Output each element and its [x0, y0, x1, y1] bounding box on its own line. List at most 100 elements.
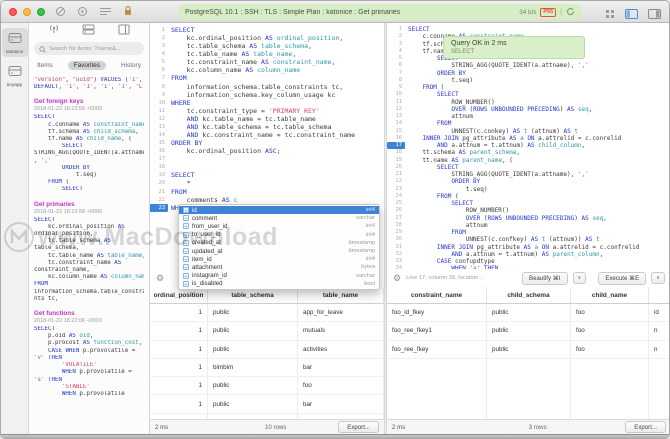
code-line[interactable]: 20 SELECT [387, 164, 670, 171]
table-cell[interactable]: foo_id_fkey [387, 304, 487, 321]
export-button[interactable]: Export... [338, 421, 379, 433]
table-cell[interactable]: public [208, 322, 298, 339]
table-row[interactable]: 1bimbimbar [150, 359, 384, 377]
tab-items[interactable]: Items [31, 61, 59, 70]
refresh-icon[interactable] [566, 3, 575, 21]
code-line[interactable]: 23 t.seq) [387, 186, 670, 193]
table-cell[interactable]: 1 [150, 359, 208, 376]
snippet-title[interactable]: Get foreign keys [34, 98, 144, 105]
table-cell[interactable]: foo [298, 377, 384, 394]
zoom-button[interactable] [37, 8, 45, 16]
code-line[interactable]: 12 AND kc.table_name = tc.table_name [150, 115, 384, 123]
code-line[interactable]: 10 SELECT [387, 91, 670, 98]
table-cell[interactable]: 1 [150, 377, 208, 394]
table-cell[interactable]: app_for_leave [298, 304, 384, 321]
queries-list-icon[interactable] [99, 6, 112, 17]
beautify-chevron-icon[interactable]: ∨ [573, 272, 587, 284]
snippet-title[interactable]: Get primaries [34, 201, 144, 208]
table-row[interactable]: foo_ree_fkeypublicfoon [387, 341, 670, 359]
connection-circle-icon[interactable] [55, 6, 66, 17]
toggle-left-panel-icon[interactable] [625, 6, 638, 24]
rail-connection-katonice[interactable]: katonice [2, 28, 28, 57]
table-row[interactable]: 1publicapp_for_leave [150, 304, 384, 322]
code-line[interactable]: 3 tc.table_schema AS table_schema, [150, 42, 384, 50]
code-line[interactable]: 1SELECT [150, 26, 384, 34]
code-line[interactable]: 17 [150, 155, 384, 163]
table-cell[interactable]: foo [571, 322, 649, 339]
table-cell[interactable]: public [208, 377, 298, 394]
broadcast-icon[interactable] [48, 23, 60, 40]
table-row[interactable]: foo_ree_fkey1publicfoon [387, 322, 670, 340]
table-cell[interactable]: activities [298, 341, 384, 358]
autocomplete-item[interactable]: from_user_idint4 [179, 222, 379, 230]
table-cell[interactable]: 1 [150, 341, 208, 358]
code-line[interactable]: 14 FROM [387, 120, 670, 127]
autocomplete-item[interactable]: commentvarchar [179, 214, 379, 222]
table-cell[interactable]: public [208, 395, 298, 412]
column-header[interactable]: constraint_name [387, 287, 487, 303]
table-cell[interactable]: public [487, 341, 571, 358]
code-line[interactable]: 9 FROM ( [387, 84, 670, 91]
table-cell[interactable]: id [649, 304, 670, 321]
rail-connection-tinyapp[interactable]: tinyapp [2, 61, 28, 90]
snippet-title[interactable]: Get functions [34, 310, 144, 317]
code-line[interactable]: 21 STRING_AGG(QUOTE_IDENT(a.attname), ',… [387, 171, 670, 178]
table-cell[interactable]: public [487, 304, 571, 321]
snippet-list[interactable]: "version", "uuid") VALUES ('1',DEFAULT, … [29, 74, 149, 432]
code-line[interactable]: 2 kc.ordinal_position AS ordinal_positio… [150, 34, 384, 42]
autocomplete-item[interactable]: created_attimestamp [179, 239, 379, 247]
autocomplete-item[interactable]: to_user_idint4 [179, 231, 379, 239]
code-line[interactable]: 31 INNER JOIN pg_attribute AS a ON a.att… [387, 244, 670, 251]
code-line[interactable]: 9 information_schema.key_column_usage kc [150, 91, 384, 99]
export-button[interactable]: Export... [625, 421, 666, 433]
table-row[interactable]: 1publicactivities [150, 341, 384, 359]
table-row[interactable]: 1publicfoo [150, 377, 384, 395]
code-line[interactable]: 13 attnum [387, 113, 670, 120]
table-cell[interactable]: public [208, 304, 298, 321]
table-row[interactable]: 1publicmutuals [150, 322, 384, 340]
column-header[interactable]: child_name [571, 287, 649, 303]
search-input[interactable] [49, 46, 139, 52]
code-line[interactable]: 6 STRING_AGG(QUOTE_IDENT(a.attname), ',' [387, 62, 670, 69]
settings-gear-icon[interactable]: ⚙ [393, 273, 401, 283]
table-cell[interactable]: bimbim [208, 359, 298, 376]
code-line[interactable]: 22 ORDER BY [387, 178, 670, 185]
code-line[interactable]: 7 ORDER BY [387, 70, 670, 77]
code-line[interactable]: 17 AND a.attnum = t.attnum) AS child_col… [387, 142, 670, 149]
code-line[interactable]: 5 tc.constraint_name AS constraint_name, [150, 58, 384, 66]
autocomplete-item[interactable]: item_idint4 [179, 255, 379, 263]
code-line[interactable]: 1SELECT [387, 26, 670, 33]
code-line[interactable]: 16 INNER JOIN pg_attribute AS a ON a.att… [387, 135, 670, 142]
tab-favorites[interactable]: Favorites [68, 61, 106, 70]
table-row[interactable]: foo_id_fkeypublicfooid [387, 304, 670, 322]
table-cell[interactable]: n [649, 341, 670, 358]
table-cell[interactable]: foo [571, 304, 649, 321]
lock-icon[interactable] [123, 5, 133, 17]
table-cell[interactable]: 1 [150, 395, 208, 412]
layout-grid-icon[interactable] [605, 6, 615, 24]
reload-circle-icon[interactable] [77, 6, 88, 17]
code-line[interactable]: 14 AND kc.constraint_name = tc.constrain… [150, 131, 384, 139]
table-cell[interactable]: public [487, 322, 571, 339]
code-line[interactable]: 12 OVER (ROWS UNBOUNDED PRECEDING) AS se… [387, 106, 670, 113]
table-cell[interactable]: public [208, 341, 298, 358]
table-cell[interactable]: n [649, 322, 670, 339]
code-line[interactable]: 28 attnum [387, 222, 670, 229]
beautify-button[interactable]: Beautify ⌘I [522, 272, 568, 285]
server-icon[interactable] [82, 23, 95, 40]
column-header[interactable] [649, 287, 670, 303]
table-cell[interactable]: mutuals [298, 322, 384, 339]
autocomplete-item[interactable]: updated_attimestamp [179, 247, 379, 255]
code-line[interactable]: 22 comments AS c [150, 196, 384, 204]
code-line[interactable]: 18 tt.schema AS parent_schema, [387, 149, 670, 156]
close-button[interactable] [9, 8, 17, 16]
table-cell[interactable]: foo_ree_fkey1 [387, 322, 487, 339]
table-cell[interactable]: bar [298, 395, 384, 412]
table-cell[interactable]: foo_ree_fkey [387, 341, 487, 358]
window-layout-icon[interactable] [118, 23, 130, 40]
code-line[interactable]: 25 SELECT [387, 200, 670, 207]
code-line[interactable]: 16 kc.ordinal_position ASC; [150, 147, 384, 155]
autocomplete-item[interactable]: is_disabledbool [179, 280, 379, 288]
code-line[interactable]: 33 CASE confupdtype [387, 258, 670, 265]
code-line[interactable]: 21FROM [150, 188, 384, 196]
